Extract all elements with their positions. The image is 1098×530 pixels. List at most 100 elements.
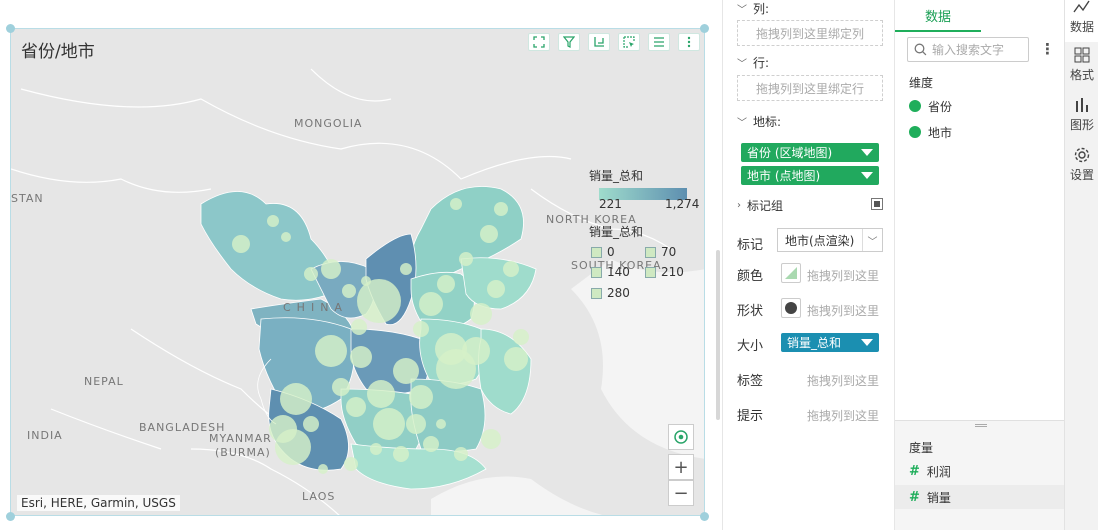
rows-drop-zone[interactable]: 拖拽列到这里绑定行 <box>737 75 883 101</box>
side-tab-data[interactable]: 数据 <box>1065 0 1098 42</box>
legend-color-max: 1,274 <box>665 197 700 211</box>
city-bubble <box>437 275 455 293</box>
measures-title: 度量 <box>909 441 934 455</box>
rows-section-title[interactable]: ﹀ 行: <box>737 54 769 71</box>
globe-icon <box>909 126 921 138</box>
mark-group-toggle-icon[interactable] <box>871 198 883 210</box>
city-bubble <box>513 329 529 345</box>
city-bubble <box>487 280 505 298</box>
caret-down-icon[interactable] <box>861 172 873 179</box>
city-bubble <box>454 447 468 461</box>
label-label: 标签 <box>737 374 764 389</box>
top-strip <box>0 0 722 14</box>
legend-size-item: 140 <box>591 265 630 279</box>
city-bubble <box>332 378 350 396</box>
splitter-grip[interactable] <box>975 424 987 427</box>
geo-section-title[interactable]: ﹀ 地标: <box>737 113 781 130</box>
side-tab-chart[interactable]: 图形 <box>1065 96 1098 138</box>
city-bubble <box>462 337 490 365</box>
select-icon[interactable] <box>618 33 640 51</box>
chart-toolbar <box>528 33 700 51</box>
city-bubble <box>318 464 328 474</box>
search-input[interactable]: 输入搜索文字 <box>907 37 1029 62</box>
more-vertical-icon[interactable]: ⋮ <box>1040 40 1055 58</box>
columns-section-title[interactable]: ﹀ 列: <box>737 0 769 17</box>
tooltip-label: 提示 <box>737 409 764 424</box>
more-icon[interactable] <box>678 33 700 51</box>
city-bubble <box>367 380 395 408</box>
shape-label: 形状 <box>737 304 764 319</box>
city-bubble <box>470 303 492 325</box>
city-bubble <box>450 198 462 210</box>
columns-drop-zone[interactable]: 拖拽列到这里绑定列 <box>737 20 883 46</box>
city-bubble <box>393 446 409 462</box>
city-bubble <box>423 436 439 452</box>
list-icon[interactable] <box>648 33 670 51</box>
tooltip-drop-hint[interactable]: 拖拽列到这里 <box>807 407 879 424</box>
locate-icon <box>674 430 688 444</box>
city-bubble <box>303 416 319 432</box>
city-bubble <box>267 215 279 227</box>
geo-pill-province[interactable]: 省份 (区域地图) <box>741 143 879 162</box>
shape-swatch[interactable] <box>781 298 801 318</box>
field-sales[interactable]: # 销量 <box>895 485 1065 509</box>
city-bubble <box>400 263 412 275</box>
label-drop-hint[interactable]: 拖拽列到这里 <box>807 372 879 389</box>
side-tab-settings[interactable]: 设置 <box>1065 146 1098 188</box>
city-bubble <box>373 408 405 440</box>
resize-handle[interactable] <box>6 512 15 521</box>
city-bubble <box>351 319 367 335</box>
field-city[interactable]: 地市 <box>895 120 1065 144</box>
mark-type-select[interactable]: 地市(点渲染) ﹀ <box>777 228 883 252</box>
mark-group-title[interactable]: › 标记组 <box>737 197 783 214</box>
zoom-in-button[interactable]: + <box>668 454 694 480</box>
field-profit[interactable]: # 利润 <box>895 459 1065 483</box>
mark-label: 标记 <box>737 238 764 253</box>
city-bubble <box>342 284 356 298</box>
city-bubble <box>494 202 508 216</box>
zoom-out-button[interactable]: − <box>668 480 694 506</box>
format-icon <box>1074 47 1090 63</box>
resize-handle[interactable] <box>700 512 709 521</box>
map-component[interactable]: 省份/地市 MONGOLIA NORTH KOREA SOUTH KOREA C… <box>10 28 705 516</box>
chevron-down-icon: ﹀ <box>862 229 882 251</box>
resize-handle[interactable] <box>6 24 15 33</box>
city-bubble <box>419 292 443 316</box>
size-label: 大小 <box>737 339 764 354</box>
map-label-burma: (BURMA) <box>215 446 271 459</box>
search-icon <box>914 43 927 56</box>
legend-color-title: 销量_总和 <box>589 169 644 183</box>
map-label-myanmar: MYANMAR <box>209 432 272 445</box>
geo-pill-city[interactable]: 地市 (点地图) <box>741 166 879 185</box>
filter-icon[interactable] <box>558 33 580 51</box>
data-icon <box>1073 0 1090 13</box>
chevron-down-icon: ﹀ <box>737 5 747 16</box>
city-bubble <box>406 414 426 434</box>
caret-down-icon[interactable] <box>861 339 873 346</box>
map-label-china: CHINA <box>283 301 348 314</box>
legend-size-item: 280 <box>591 286 630 300</box>
locate-button[interactable] <box>668 424 694 450</box>
side-tab-format[interactable]: 格式 <box>1065 46 1098 88</box>
map-attribution: Esri, HERE, Garmin, USGS <box>17 495 180 511</box>
map-legend: 销量_总和 221 1,274 销量_总和 0 70 140 210 280 <box>589 167 699 300</box>
size-pill[interactable]: 销量_总和 <box>781 333 879 352</box>
color-swatch[interactable] <box>781 263 801 283</box>
field-province[interactable]: 省份 <box>895 94 1065 118</box>
resize-handle[interactable] <box>700 24 709 33</box>
color-drop-hint[interactable]: 拖拽列到这里 <box>807 267 879 284</box>
city-bubble <box>321 259 341 279</box>
globe-icon <box>909 100 921 112</box>
tab-data[interactable]: 数据 <box>895 0 981 32</box>
legend-size-title: 销量_总和 <box>589 225 644 239</box>
drill-icon[interactable] <box>588 33 610 51</box>
map-label-mongolia: MONGOLIA <box>294 117 363 130</box>
canvas-scrollbar[interactable] <box>716 250 720 420</box>
city-bubble <box>393 358 419 384</box>
shape-drop-hint[interactable]: 拖拽列到这里 <box>807 302 879 319</box>
city-bubble <box>281 232 291 242</box>
fullscreen-icon[interactable] <box>528 33 550 51</box>
city-bubble <box>346 397 366 417</box>
city-bubble <box>413 321 429 337</box>
caret-down-icon[interactable] <box>861 149 873 156</box>
